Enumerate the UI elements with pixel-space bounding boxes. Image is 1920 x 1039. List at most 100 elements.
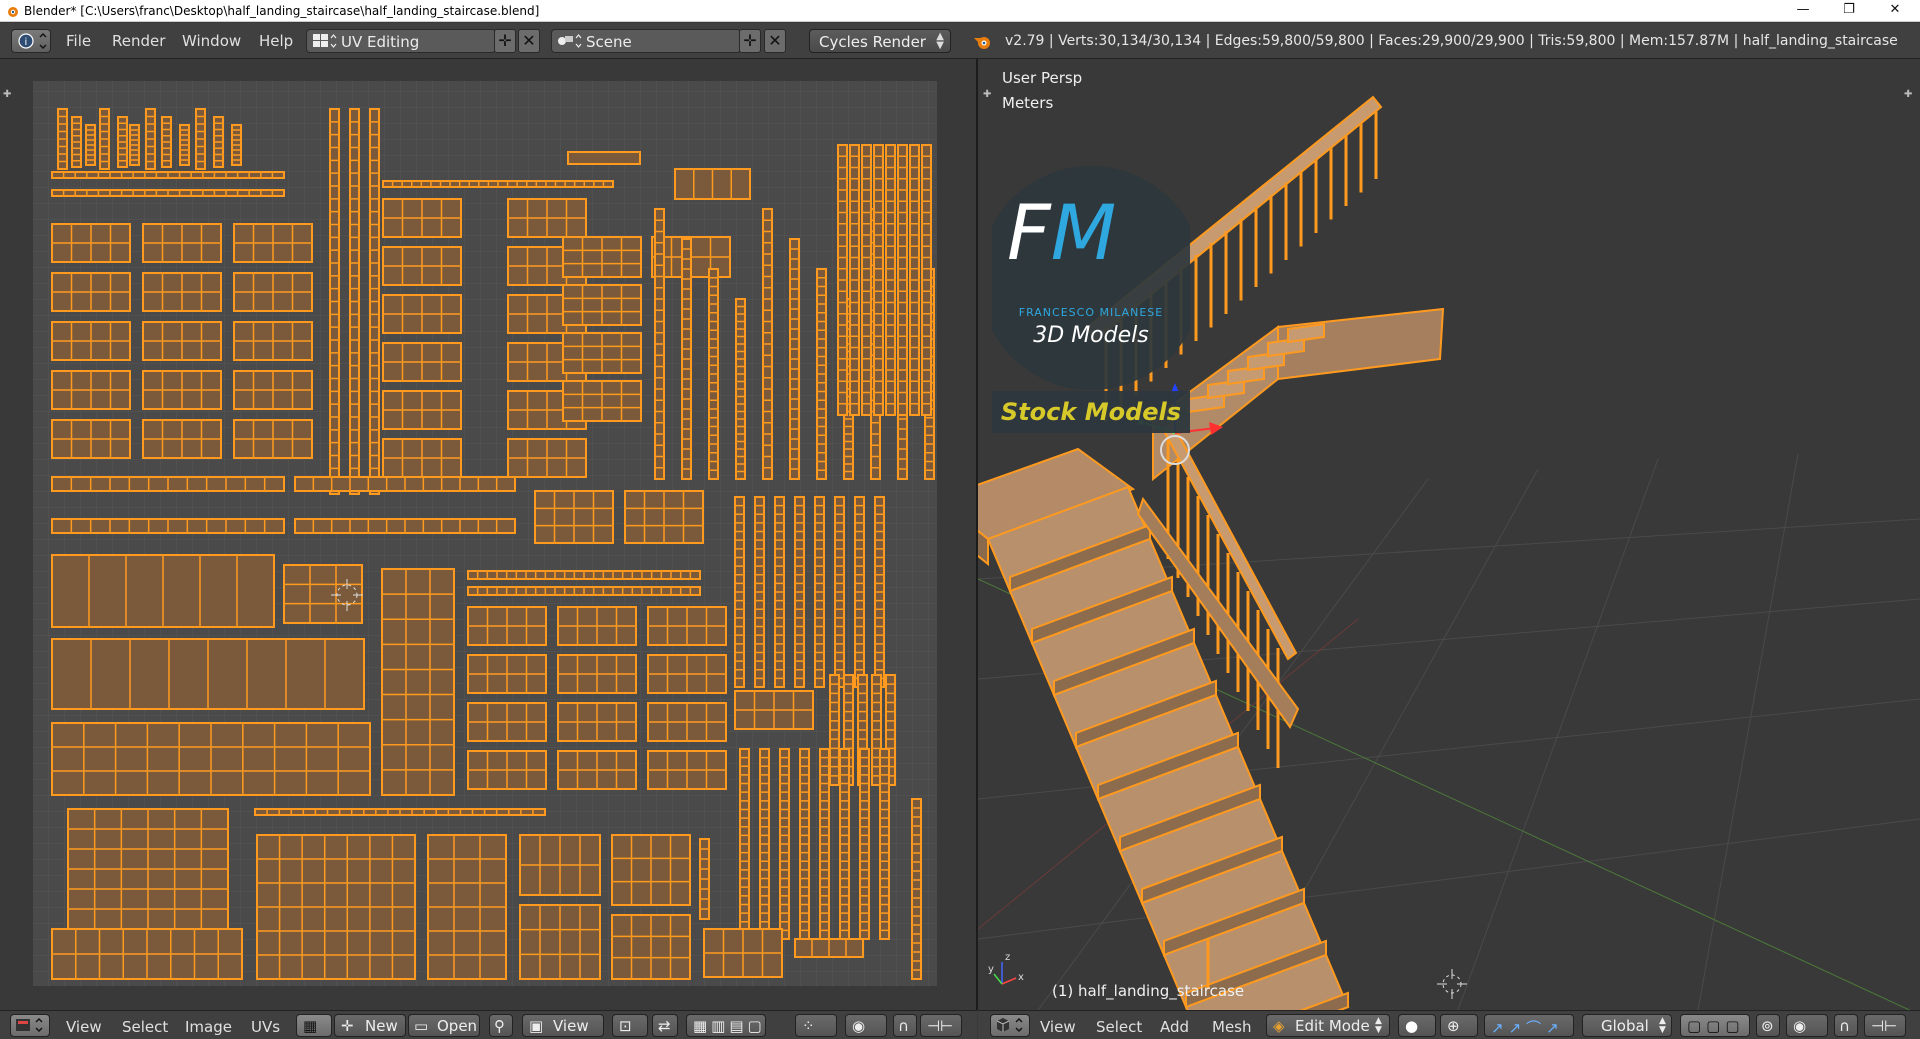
3d-snap-toggle[interactable]: ∩ — [1834, 1014, 1858, 1037]
layout-grid-icon — [313, 34, 337, 48]
3d-proportional-edit-dropdown[interactable]: ◉ — [1786, 1014, 1828, 1037]
transform-orientation-dropdown[interactable]: Global ▲ ▼ — [1582, 1014, 1672, 1037]
proportional-icon: ◉ — [852, 1017, 866, 1035]
logo-banner: Stock Models — [1000, 398, 1182, 426]
selection-mode-buttons[interactable]: ▦▥▤▢ — [686, 1014, 766, 1037]
uv-edges — [196, 115, 205, 163]
add-layout-button[interactable]: ✛ — [494, 29, 516, 53]
uv-edges — [740, 756, 749, 932]
uv-menu-image[interactable]: Image — [185, 1018, 232, 1036]
plus-icon: ✛ — [743, 31, 757, 50]
3d-view-header: View Select Add Mesh ◈ Edit Mode ▲ ▼ ● ⊕ … — [978, 1010, 1920, 1039]
pivot-point-dropdown[interactable]: ⊕ — [1440, 1014, 1478, 1037]
uv-canvas[interactable] — [0, 59, 977, 1010]
screen-layout-selector[interactable]: UV Editing — [306, 29, 496, 53]
uv-island[interactable] — [283, 564, 363, 624]
uv-edges — [72, 122, 81, 162]
uv-menu-select[interactable]: Select — [122, 1018, 168, 1036]
logo-subtitle: 3D Models — [1033, 323, 1149, 348]
pin-image-button[interactable]: ⚲ — [489, 1014, 513, 1037]
sticky-selection-dropdown[interactable]: ⁘ — [795, 1014, 837, 1037]
uv-editor-type-button[interactable] — [10, 1014, 50, 1037]
mesh-select-mode-buttons[interactable]: ▢▢▢ — [1680, 1014, 1750, 1037]
new-image-label: New — [365, 1017, 398, 1035]
menu-file[interactable]: File — [66, 32, 91, 50]
info-icon: i — [18, 33, 47, 49]
uv-mode-dropdown[interactable]: ▣ View — [522, 1014, 604, 1037]
logo-initials: FM FM — [1007, 188, 1117, 277]
pivot-dropdown[interactable]: ⊡ — [612, 1014, 648, 1037]
transform-orientation-label: Global — [1601, 1017, 1649, 1035]
select-mode-icons: ▢▢▢ — [1687, 1017, 1745, 1035]
3d-menu-select[interactable]: Select — [1096, 1018, 1142, 1036]
occlude-icon: ⊚ — [1761, 1017, 1774, 1035]
uv-edges — [58, 115, 67, 163]
sync-icon: ⇄ — [658, 1017, 671, 1035]
close-button[interactable]: ✕ — [1872, 0, 1918, 22]
editor-type-button[interactable]: i — [11, 29, 51, 53]
open-image-label: Open — [437, 1017, 478, 1035]
viewport-shading-dropdown[interactable]: ● — [1398, 1014, 1436, 1037]
remove-scene-button[interactable]: ✕ — [764, 29, 786, 53]
view-mode-icon: ▣ — [529, 1017, 544, 1035]
folder-icon: ▭ — [414, 1017, 429, 1035]
interaction-mode-dropdown[interactable]: ◈ Edit Mode ▲ ▼ — [1266, 1014, 1390, 1037]
uv-edges — [118, 122, 127, 162]
uv-edges — [875, 504, 884, 680]
uv-island[interactable] — [567, 151, 641, 165]
scene-statistics: v2.79 | Verts:30,134/30,134 | Edges:59,8… — [1005, 33, 1898, 49]
plus-icon: ✛ — [498, 31, 512, 50]
toolshelf-expand-icon[interactable]: ✚ — [983, 89, 991, 100]
uv-image-editor[interactable]: ✚ — [0, 59, 977, 1010]
3d-menu-view[interactable]: View — [1040, 1018, 1076, 1036]
uv-edges — [146, 115, 155, 163]
minimize-button[interactable]: — — [1780, 0, 1826, 22]
info-header: i File Render Window Help UV Editing ✛ ✕… — [0, 23, 1920, 59]
uv-menu-uvs[interactable]: UVs — [251, 1018, 280, 1036]
menu-window[interactable]: Window — [182, 32, 241, 50]
menu-help[interactable]: Help — [259, 32, 293, 50]
svg-text:y: y — [988, 964, 994, 975]
3d-editor-type-button[interactable] — [990, 1014, 1030, 1037]
uv-edges — [795, 504, 804, 680]
maximize-button[interactable]: ❐ — [1826, 0, 1872, 22]
up-down-arrow-icon: ▲ ▼ — [936, 31, 944, 51]
pivot-icon: ⊡ — [619, 1017, 632, 1035]
scene-selector[interactable]: Scene — [551, 29, 741, 53]
3d-snap-element-dropdown[interactable]: ⊣⊢ — [1864, 1014, 1906, 1037]
proportional-icon: ◉ — [1793, 1017, 1807, 1035]
selection-mode-icons: ▦▥▤▢ — [693, 1017, 766, 1035]
uv-menu-view[interactable]: View — [66, 1018, 102, 1036]
units-label: Meters — [1002, 94, 1054, 112]
view-name-label: User Persp — [1002, 69, 1083, 87]
snap-element-dropdown[interactable]: ⊣⊢ — [920, 1014, 962, 1037]
remove-layout-button[interactable]: ✕ — [518, 29, 540, 53]
snap-toggle[interactable]: ∩ — [893, 1014, 917, 1037]
menu-render[interactable]: Render — [112, 32, 165, 50]
uv-edges — [214, 122, 223, 162]
uv-edges — [780, 756, 789, 932]
manipulator-icons: ↗↗⌒↗ — [1491, 1019, 1564, 1037]
add-scene-button[interactable]: ✛ — [739, 29, 761, 53]
open-image-button[interactable]: ▭ Open — [408, 1014, 480, 1037]
image-browse-button[interactable]: ▦ — [296, 1014, 332, 1037]
new-image-button[interactable]: ✛ New — [334, 1014, 406, 1037]
uv-island[interactable] — [381, 568, 455, 796]
3d-menu-add[interactable]: Add — [1160, 1018, 1189, 1036]
3d-menu-mesh[interactable]: Mesh — [1212, 1018, 1252, 1036]
uv-edges — [815, 504, 824, 680]
up-down-arrow-icon: ▲ ▼ — [1659, 1016, 1666, 1035]
proportional-edit-dropdown[interactable]: ◉ — [845, 1014, 887, 1037]
uv-edges — [855, 504, 864, 680]
manipulator-toggles[interactable]: ↗↗⌒↗ — [1484, 1014, 1574, 1037]
svg-text:x: x — [1018, 972, 1024, 983]
render-engine-dropdown[interactable]: Cycles Render ▲ ▼ — [809, 29, 951, 53]
3d-cursor-icon[interactable] — [1437, 969, 1467, 999]
sync-selection-toggle[interactable]: ⇄ — [652, 1014, 678, 1037]
occlude-geometry-toggle[interactable]: ⊚ — [1756, 1014, 1780, 1037]
properties-expand-icon[interactable]: ✚ — [1904, 89, 1912, 100]
logo-name: FRANCESCO MILANESE — [1018, 306, 1164, 319]
uv-mode-label: View — [553, 1017, 589, 1035]
toolbar-expand-icon[interactable]: ✚ — [3, 89, 11, 100]
scene-icon — [558, 34, 582, 48]
